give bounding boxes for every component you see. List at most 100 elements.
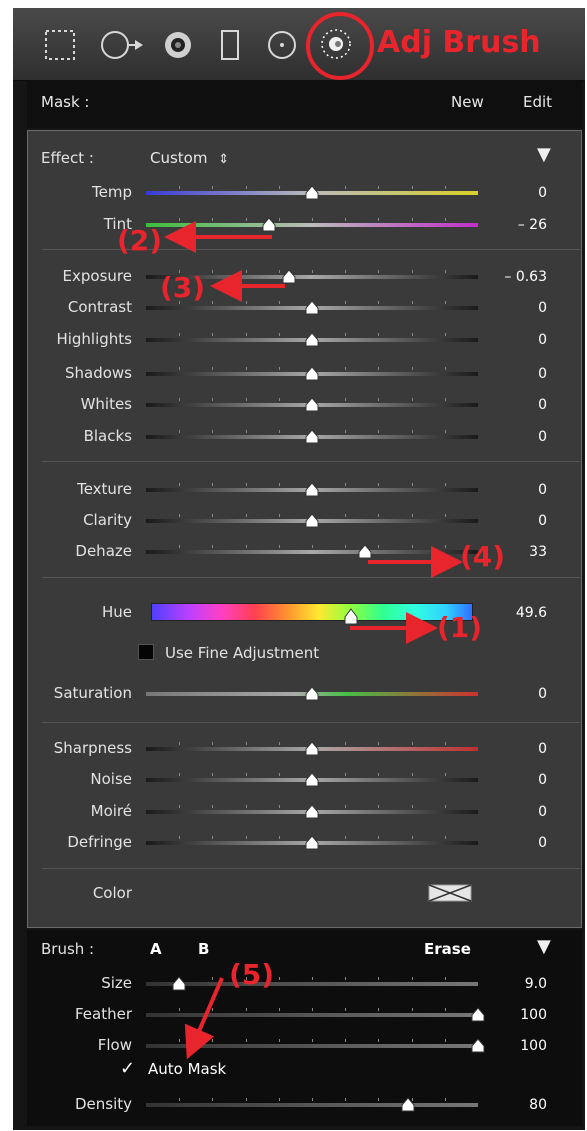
dehaze-slider[interactable]: [146, 550, 478, 554]
tick-mark: [378, 836, 380, 839]
contrast-slider-thumb[interactable]: [304, 300, 320, 316]
fine-adjust-checkbox[interactable]: [138, 644, 154, 660]
tick-mark: [345, 301, 347, 304]
divider: [42, 868, 580, 869]
tick-mark: [245, 514, 247, 517]
fine-adjust-label: Use Fine Adjustment: [165, 644, 320, 662]
tick-mark: [278, 1098, 280, 1101]
tick-mark: [212, 367, 214, 370]
graduated-circle-icon[interactable]: [99, 28, 145, 62]
tick-mark: [278, 545, 280, 548]
new-mask-button[interactable]: New: [451, 93, 484, 111]
tick-mark: [345, 742, 347, 745]
auto-mask-label: Auto Mask: [148, 1060, 227, 1078]
exposure-slider-thumb[interactable]: [281, 269, 297, 285]
sharpness-slider-thumb[interactable]: [304, 741, 320, 757]
texture-slider-thumb[interactable]: [304, 482, 320, 498]
tick-mark: [278, 742, 280, 745]
tick-mark: [345, 977, 347, 980]
tick-mark: [179, 742, 181, 745]
tick-mark: [312, 545, 313, 548]
density-slider[interactable]: [146, 1103, 478, 1107]
tick-mark: [278, 186, 280, 189]
tick-mark: [411, 301, 413, 304]
tool-strip: Adj Brush: [13, 8, 585, 81]
feather-slider-thumb[interactable]: [470, 1007, 486, 1023]
tick-mark: [278, 483, 280, 486]
annotation-4: (4): [460, 540, 506, 573]
checkmark-icon[interactable]: ✓: [120, 1058, 135, 1079]
tick-mark: [444, 1098, 446, 1101]
whites-slider-thumb[interactable]: [304, 397, 320, 413]
adj-brush-annotation: Adj Brush: [377, 25, 541, 60]
spot-heal-icon[interactable]: [161, 28, 195, 62]
size-slider-thumb[interactable]: [171, 976, 187, 992]
effect-preset-value: Custom: [150, 149, 208, 167]
tick-mark: [278, 398, 280, 401]
flow-slider[interactable]: [146, 1044, 478, 1048]
brush-collapse-triangle-icon[interactable]: ▼: [537, 936, 551, 957]
saturation-label: Saturation: [53, 684, 132, 702]
tick-mark: [179, 514, 181, 517]
highlights-slider-thumb[interactable]: [304, 332, 320, 348]
feather-slider[interactable]: [146, 1013, 478, 1017]
blacks-slider-thumb[interactable]: [304, 429, 320, 445]
tick-mark: [378, 301, 380, 304]
tick-mark: [378, 186, 380, 189]
clarity-slider-thumb[interactable]: [304, 513, 320, 529]
moire-slider-thumb[interactable]: [304, 804, 320, 820]
tick-mark: [345, 270, 347, 273]
tick-mark: [411, 218, 413, 221]
annotation-1: (1): [437, 611, 483, 644]
radial-filter-icon[interactable]: [265, 28, 299, 62]
temp-slider-thumb[interactable]: [304, 185, 320, 201]
tick-mark: [278, 1008, 280, 1011]
saturation-slider-thumb[interactable]: [304, 686, 320, 702]
shadows-slider-thumb[interactable]: [304, 366, 320, 382]
dehaze-slider-thumb[interactable]: [357, 544, 373, 560]
tick-mark: [444, 333, 446, 336]
color-swatch-none-icon[interactable]: [428, 884, 472, 902]
flow-slider-thumb[interactable]: [470, 1038, 486, 1054]
effect-preset-dropdown[interactable]: Custom ⇕: [150, 149, 229, 167]
density-value: 80: [529, 1097, 547, 1113]
tick-mark: [378, 333, 380, 336]
tick-mark: [212, 333, 214, 336]
tick-mark: [245, 483, 247, 486]
tick-mark: [212, 483, 214, 486]
brush-a-button[interactable]: A: [150, 940, 162, 958]
marquee-icon[interactable]: [43, 28, 77, 62]
collapse-triangle-icon[interactable]: ▼: [537, 144, 551, 165]
noise-slider-thumb[interactable]: [304, 772, 320, 788]
tick-mark: [278, 333, 280, 336]
tick-mark: [378, 742, 380, 745]
tick-mark: [245, 773, 247, 776]
feather-value: 100: [520, 1007, 547, 1023]
edit-mask-button[interactable]: Edit: [523, 93, 552, 111]
tick-mark: [345, 1098, 347, 1101]
tick-mark: [411, 1039, 413, 1042]
tick-mark: [312, 218, 313, 221]
tint-slider[interactable]: [146, 223, 478, 227]
tick-mark: [345, 545, 347, 548]
red-eye-icon[interactable]: [213, 28, 247, 62]
tick-mark: [245, 218, 247, 221]
tick-mark: [278, 218, 280, 221]
tick-mark: [245, 186, 247, 189]
tick-mark: [179, 545, 181, 548]
tick-mark: [278, 1039, 280, 1042]
density-slider-thumb[interactable]: [400, 1097, 416, 1113]
tint-slider-thumb[interactable]: [261, 217, 277, 233]
blacks-value: 0: [538, 429, 547, 445]
brush-b-button[interactable]: B: [198, 940, 209, 958]
brush-erase-button[interactable]: Erase: [424, 940, 471, 958]
tick-mark: [278, 430, 280, 433]
defringe-slider-thumb[interactable]: [304, 835, 320, 851]
tick-mark: [444, 805, 446, 808]
tick-mark: [378, 977, 380, 980]
hue-slider[interactable]: [151, 603, 473, 621]
hue-slider-thumb[interactable]: [343, 608, 359, 626]
size-slider[interactable]: [146, 982, 478, 986]
tick-mark: [245, 367, 247, 370]
tick-mark: [179, 773, 181, 776]
